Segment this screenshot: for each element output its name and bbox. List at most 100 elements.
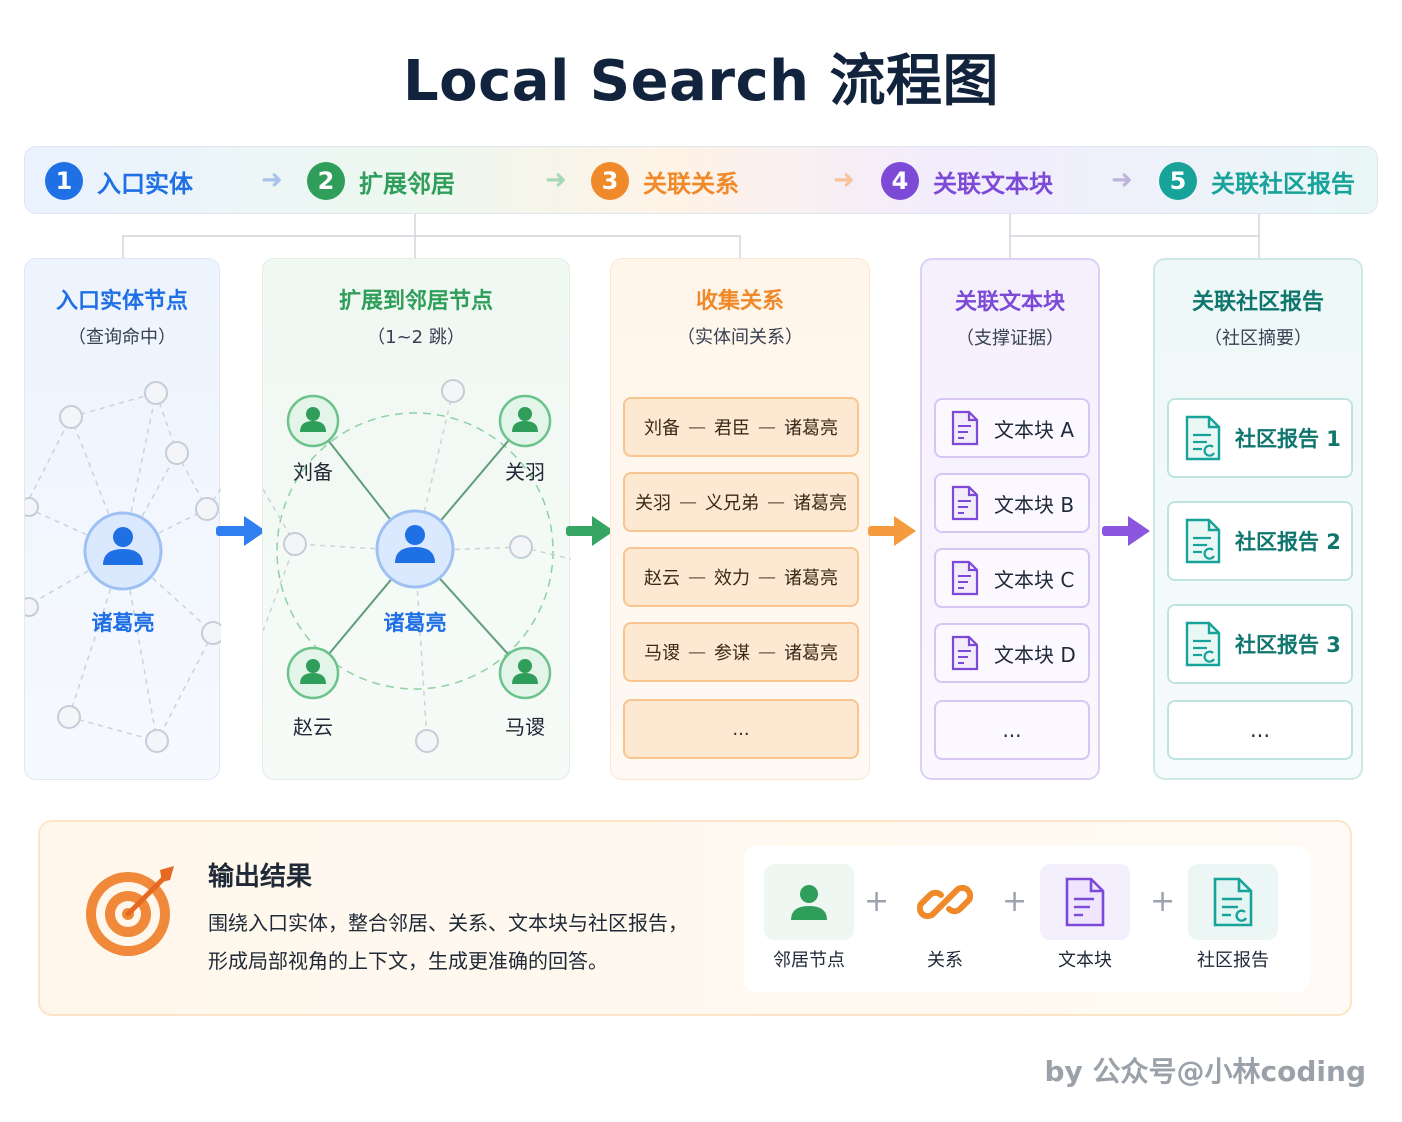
connector-lines: [122, 214, 1260, 260]
chunk-label: 文本块 B: [994, 492, 1075, 517]
document-icon: [951, 410, 979, 446]
relation-source: 刘备: [644, 418, 680, 439]
relation-target: 诸葛亮: [784, 568, 838, 589]
arrow-right-icon: [566, 516, 614, 546]
arrow-right-icon: [868, 516, 916, 546]
relation-target: 诸葛亮: [784, 643, 838, 664]
output-legend: 邻居节点 + 关系 + 文本块 + 社区报告: [744, 846, 1310, 992]
community-report-item: 社区报告 1: [1167, 398, 1353, 478]
community-report-item: 社区报告 2: [1167, 501, 1353, 581]
link-icon: [917, 884, 973, 920]
community-more: ...: [1167, 700, 1353, 760]
arrow-right-icon: [216, 516, 266, 546]
panel-chunks-subtitle: （支撑证据）: [956, 328, 1064, 349]
neighbor-node-liubei: [286, 394, 340, 448]
step-bar: 1 入口实体 ➜ 2 扩展邻居 ➜ 3 关联关系 ➜ 4 关联文本块 ➜ 5 关…: [24, 146, 1378, 214]
entry-center-node: [83, 511, 163, 591]
step-1: 1 入口实体: [45, 147, 193, 213]
step-4: 4 关联文本块: [881, 147, 1053, 213]
relation-type: 义兄弟: [705, 493, 759, 514]
arrow-right-icon: ➜: [261, 165, 283, 195]
output-description: 围绕入口实体，整合邻居、关系、文本块与社区报告， 形成局部视角的上下文，生成更准…: [208, 904, 688, 980]
legend-neighbor: [764, 864, 854, 940]
community-report-item: 社区报告 3: [1167, 604, 1353, 684]
page-title: Local Search 流程图: [402, 49, 1000, 114]
relation-item: 马谡 — 参谋 — 诸葛亮: [623, 622, 859, 682]
step-3-label: 关联关系: [643, 169, 739, 198]
legend-community: [1188, 864, 1278, 940]
relation-item: 赵云 — 效力 — 诸葛亮: [623, 547, 859, 607]
document-icon: [951, 560, 979, 596]
panel-relations-title: 收集关系: [695, 289, 784, 314]
relation-target: 诸葛亮: [793, 493, 847, 514]
neighbor-label-zhaoyun: 赵云: [293, 715, 333, 739]
legend-chunk: [1040, 864, 1130, 940]
relation-item: 关羽 — 义兄弟 — 诸葛亮: [623, 472, 859, 532]
relation-type: 参谋: [714, 643, 750, 664]
panel-community: 关联社区报告 （社区摘要） 社区报告 1 社区报告 2 社区报告 3 ...: [1153, 258, 1363, 780]
panel-chunks-title: 关联文本块: [954, 290, 1065, 315]
panel-chunks: 关联文本块 （支撑证据） 文本块 A 文本块 B 文本块 C 文本块 D ...: [920, 258, 1100, 780]
step-3-number: 3: [591, 162, 629, 200]
legend-label: 邻居节点: [773, 950, 845, 971]
relation-type: 效力: [714, 568, 750, 589]
chunk-item: 文本块 A: [934, 398, 1090, 458]
legend-label: 社区报告: [1197, 950, 1269, 971]
output-description-line: 形成局部视角的上下文，生成更准确的回答。: [208, 949, 608, 973]
step-2: 2 扩展邻居: [307, 147, 455, 213]
chunk-label: 文本块 C: [994, 567, 1075, 592]
expand-center-label: 诸葛亮: [383, 611, 447, 635]
report-icon: [1185, 415, 1221, 461]
plus-icon: +: [1150, 884, 1176, 919]
target-icon: [86, 866, 174, 956]
legend-label: 关系: [927, 950, 963, 971]
relation-source: 关羽: [635, 493, 671, 514]
panel-relations: 收集关系 （实体间关系） 刘备 — 君臣 — 诸葛亮 关羽 — 义兄弟 — 诸葛…: [610, 258, 870, 780]
output-description-line: 围绕入口实体，整合邻居、关系、文本块与社区报告，: [208, 911, 688, 935]
panel-expand: 扩展到邻居节点 （1~2 跳） 刘备 关羽 赵云 马谡 诸葛亮: [262, 258, 571, 780]
arrow-right-icon: ➜: [1111, 165, 1133, 195]
expand-center-node: [375, 509, 455, 589]
output-title: 输出结果: [208, 862, 313, 892]
document-icon: [951, 485, 979, 521]
arrow-right-icon: ➜: [545, 165, 567, 195]
document-icon: [1065, 877, 1105, 927]
panel-community-title: 关联社区报告: [1191, 290, 1324, 315]
relation-item: 刘备 — 君臣 — 诸葛亮: [623, 397, 859, 457]
neighbor-node-zhaoyun: [286, 646, 340, 700]
step-3: 3 关联关系: [591, 147, 739, 213]
panel-community-subtitle: （社区摘要）: [1204, 328, 1312, 349]
step-5: 5 关联社区报告: [1159, 147, 1355, 213]
person-icon: [791, 885, 827, 920]
neighbor-label-liubei: 刘备: [293, 460, 333, 484]
community-report-label: 社区报告 1: [1235, 427, 1341, 451]
step-1-label: 入口实体: [97, 169, 193, 198]
step-2-label: 扩展邻居: [359, 169, 455, 198]
document-icon: [951, 635, 979, 671]
relation-type: 君臣: [714, 418, 750, 439]
step-2-number: 2: [307, 162, 345, 200]
panel-relations-subtitle: （实体间关系）: [677, 327, 803, 348]
arrow-right-icon: [1102, 516, 1150, 546]
watermark-credit: by 公众号@小林coding: [1044, 1055, 1367, 1088]
plus-icon: +: [1002, 884, 1028, 919]
chunk-item: 文本块 D: [934, 623, 1090, 683]
step-1-number: 1: [45, 162, 83, 200]
relation-source: 赵云: [644, 568, 680, 589]
legend-relation: [900, 864, 990, 940]
chunk-label: 文本块 D: [994, 642, 1076, 667]
relation-source: 马谡: [644, 643, 680, 664]
arrow-right-icon: ➜: [833, 165, 855, 195]
output-panel: 输出结果 围绕入口实体，整合邻居、关系、文本块与社区报告， 形成局部视角的上下文…: [38, 820, 1352, 1016]
report-icon: [1213, 877, 1253, 927]
step-5-number: 5: [1159, 162, 1197, 200]
plus-icon: +: [864, 884, 890, 919]
legend-label: 文本块: [1058, 950, 1112, 971]
neighbor-label-masu: 马谡: [505, 715, 545, 739]
chunk-item: 文本块 C: [934, 548, 1090, 608]
panel-entry: 入口实体节点 （查询命中） 诸葛亮: [24, 258, 221, 780]
expand-network-graph: [263, 379, 571, 753]
relation-more: ...: [623, 699, 859, 759]
report-icon: [1185, 518, 1221, 564]
entry-center-label: 诸葛亮: [91, 611, 155, 635]
